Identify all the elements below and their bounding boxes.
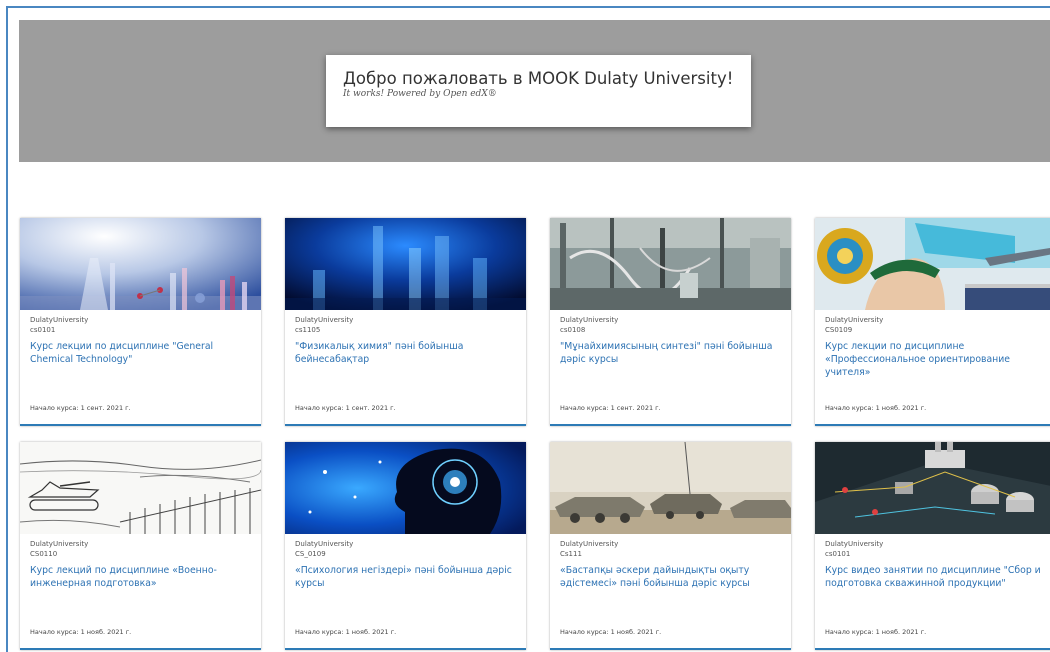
- course-code: cs1105: [295, 326, 321, 334]
- course-org: DulatyUniversity: [560, 316, 619, 324]
- course-card[interactable]: DulatyUniversity cs0101 Курс видео занят…: [815, 442, 1050, 650]
- course-start-date: Начало курса: 1 нояб. 2021 г.: [825, 404, 927, 412]
- course-title-link[interactable]: «Психология негіздері» пәні бойынша дәрі…: [295, 564, 519, 590]
- course-title-link[interactable]: Курс лекции по дисциплине «Профессиональ…: [825, 340, 1049, 379]
- course-org: DulatyUniversity: [295, 540, 354, 548]
- course-start-date: Начало курса: 1 нояб. 2021 г.: [295, 628, 397, 636]
- course-title-link[interactable]: Курс видео занятии по дисциплине "Сбор и…: [825, 564, 1049, 590]
- course-start-date: Начало курса: 1 сент. 2021 г.: [295, 404, 396, 412]
- course-org: DulatyUniversity: [560, 540, 619, 548]
- course-org: DulatyUniversity: [825, 540, 884, 548]
- course-title-link[interactable]: Курс лекции по дисциплине "General Chemi…: [30, 340, 254, 366]
- course-code: CS_0109: [295, 550, 326, 558]
- brain-head-image[interactable]: [285, 442, 526, 534]
- course-org: DulatyUniversity: [30, 316, 89, 324]
- test-tubes-image[interactable]: [285, 218, 526, 310]
- course-title-link[interactable]: «Бастапқы әскери дайындықты оқыту әдісте…: [560, 564, 784, 590]
- course-card[interactable]: DulatyUniversity cs1105 "Физикалық химия…: [285, 218, 526, 426]
- hero-banner: Добро пожаловать в MOOK Dulaty Universit…: [19, 20, 1050, 162]
- course-title-link[interactable]: "Физикалық химия" пәні бойынша бейнесаба…: [295, 340, 519, 366]
- welcome-title: Добро пожаловать в MOOK Dulaty Universit…: [343, 69, 734, 88]
- powered-by-text: It works! Powered by Open edX®: [343, 89, 497, 99]
- course-card[interactable]: DulatyUniversity CS0110 Курс лекций по д…: [20, 442, 261, 650]
- course-title-link[interactable]: Курс лекций по дисциплине «Военно-инжене…: [30, 564, 254, 590]
- course-code: cs0101: [30, 326, 56, 334]
- course-title-link[interactable]: "Мұнайхимиясының синтезі" пәні бойынша д…: [560, 340, 784, 366]
- course-org: DulatyUniversity: [295, 316, 354, 324]
- course-code: Cs111: [560, 550, 582, 558]
- course-card[interactable]: DulatyUniversity cs0108 "Мұнайхимиясының…: [550, 218, 791, 426]
- plant-3d-model-image[interactable]: [815, 442, 1050, 534]
- page-frame: Добро пожаловать в MOOK Dulaty Universit…: [6, 6, 1050, 652]
- armored-vehicles-image[interactable]: [550, 442, 791, 534]
- course-start-date: Начало курса: 1 нояб. 2021 г.: [825, 628, 927, 636]
- lab-glassware-image[interactable]: [20, 218, 261, 310]
- military-emblem-image[interactable]: [815, 218, 1050, 310]
- course-code: cs0108: [560, 326, 586, 334]
- welcome-box: Добро пожаловать в MOOK Dulaty Universit…: [326, 55, 751, 127]
- course-card[interactable]: DulatyUniversity Cs111 «Бастапқы әскери …: [550, 442, 791, 650]
- course-org: DulatyUniversity: [825, 316, 884, 324]
- course-org: DulatyUniversity: [30, 540, 89, 548]
- course-card[interactable]: DulatyUniversity CS_0109 «Психология нег…: [285, 442, 526, 650]
- tank-sketch-image[interactable]: [20, 442, 261, 534]
- course-code: CS0109: [825, 326, 853, 334]
- course-start-date: Начало курса: 1 нояб. 2021 г.: [30, 628, 132, 636]
- course-code: CS0110: [30, 550, 58, 558]
- course-start-date: Начало курса: 1 сент. 2021 г.: [30, 404, 131, 412]
- chemistry-lab-image[interactable]: [550, 218, 791, 310]
- course-code: cs0101: [825, 550, 851, 558]
- course-card[interactable]: DulatyUniversity cs0101 Курс лекции по д…: [20, 218, 261, 426]
- course-card[interactable]: DulatyUniversity CS0109 Курс лекции по д…: [815, 218, 1050, 426]
- course-start-date: Начало курса: 1 нояб. 2021 г.: [560, 628, 662, 636]
- course-start-date: Начало курса: 1 сент. 2021 г.: [560, 404, 661, 412]
